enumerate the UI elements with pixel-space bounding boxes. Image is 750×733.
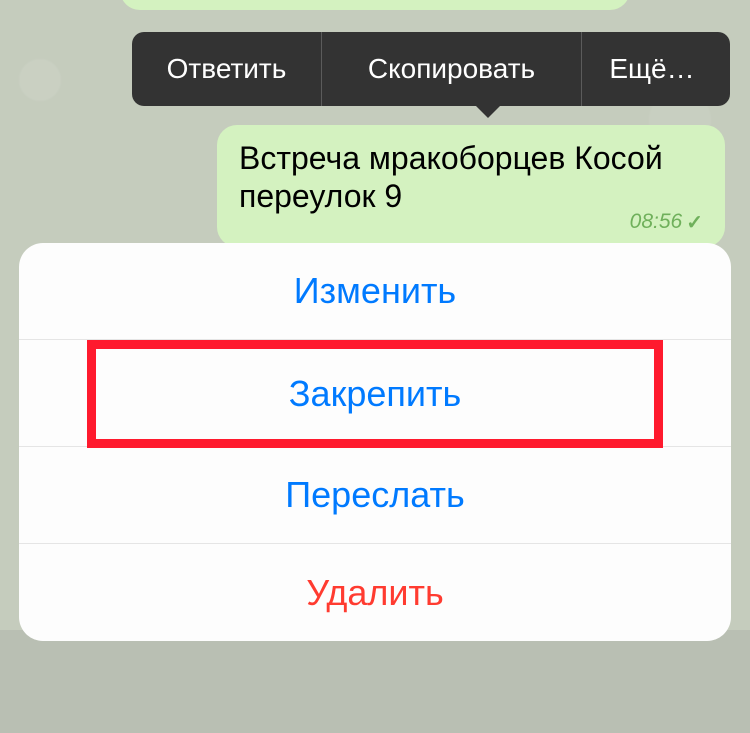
reply-button[interactable]: Ответить [132, 32, 322, 106]
edit-action[interactable]: Изменить [19, 243, 731, 340]
delete-action[interactable]: Удалить [19, 544, 731, 641]
message-time: 08:56 [630, 210, 683, 234]
partial-previous-bubble [120, 0, 630, 10]
sent-check-icon: ✓ [686, 210, 703, 235]
message-text: Встреча мракоборцев Косой переулок 9 [239, 139, 703, 216]
copy-button[interactable]: Скопировать [322, 32, 582, 106]
forward-action[interactable]: Переслать [19, 447, 731, 544]
more-button[interactable]: Ещё… [582, 32, 722, 106]
dim-overlay [0, 630, 750, 733]
outgoing-message-bubble[interactable]: Встреча мракоборцев Косой переулок 9 08:… [217, 125, 725, 247]
pin-action[interactable]: Закрепить [87, 340, 663, 448]
message-context-toolbar: Ответить Скопировать Ещё… [132, 32, 730, 106]
action-sheet: Изменить Закрепить Переслать Удалить [19, 243, 731, 641]
